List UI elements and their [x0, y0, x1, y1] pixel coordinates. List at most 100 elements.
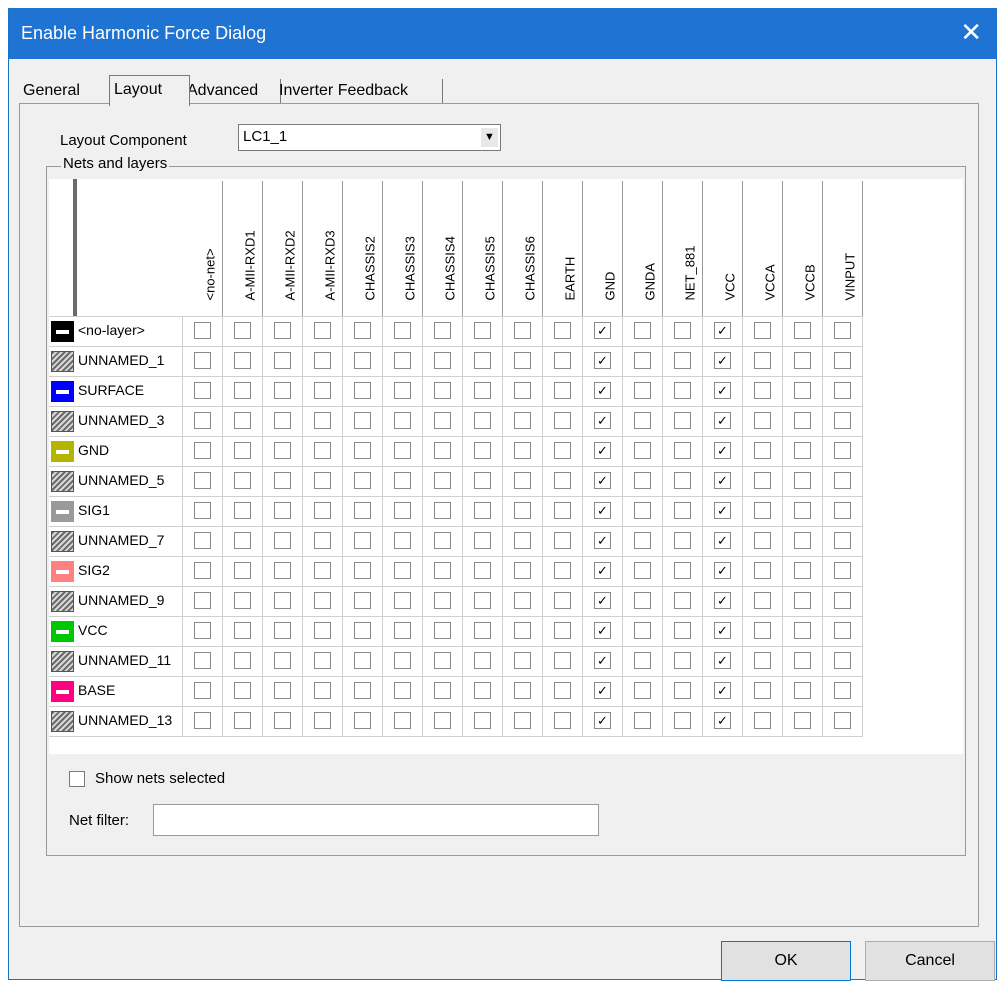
net-layer-checkbox[interactable] [314, 502, 331, 519]
net-layer-checkbox[interactable]: ✓ [714, 682, 731, 699]
net-header-2[interactable]: A-MII-RXD2 [263, 181, 303, 316]
net-layer-checkbox[interactable] [234, 712, 251, 729]
net-layer-checkbox[interactable] [474, 682, 491, 699]
net-header-3[interactable]: A-MII-RXD3 [303, 181, 343, 316]
net-layer-checkbox[interactable] [314, 472, 331, 489]
net-layer-checkbox[interactable]: ✓ [714, 442, 731, 459]
net-header-0[interactable]: <no-net> [183, 181, 223, 316]
net-layer-checkbox[interactable] [554, 562, 571, 579]
net-layer-checkbox[interactable] [514, 652, 531, 669]
net-layer-checkbox[interactable] [514, 352, 531, 369]
net-header-6[interactable]: CHASSIS4 [423, 181, 463, 316]
net-layer-checkbox[interactable] [354, 322, 371, 339]
net-layer-checkbox[interactable] [354, 382, 371, 399]
net-layer-checkbox[interactable] [554, 682, 571, 699]
net-layer-checkbox[interactable] [634, 682, 651, 699]
net-layer-checkbox[interactable] [554, 412, 571, 429]
net-layer-checkbox[interactable] [434, 682, 451, 699]
net-layer-checkbox[interactable] [194, 532, 211, 549]
net-layer-checkbox[interactable] [834, 472, 851, 489]
net-layer-checkbox[interactable] [274, 562, 291, 579]
net-layer-checkbox[interactable] [354, 652, 371, 669]
net-layer-checkbox[interactable] [514, 412, 531, 429]
net-header-7[interactable]: CHASSIS5 [463, 181, 503, 316]
net-layer-checkbox[interactable] [234, 472, 251, 489]
net-layer-checkbox[interactable] [354, 502, 371, 519]
net-layer-checkbox[interactable] [394, 532, 411, 549]
net-layer-checkbox[interactable] [274, 322, 291, 339]
net-layer-checkbox[interactable] [474, 622, 491, 639]
net-header-15[interactable]: VCCB [783, 181, 823, 316]
net-layer-checkbox[interactable] [274, 532, 291, 549]
net-layer-checkbox[interactable] [234, 412, 251, 429]
net-layer-checkbox[interactable] [194, 622, 211, 639]
net-layer-checkbox[interactable] [554, 712, 571, 729]
net-layer-checkbox[interactable] [194, 382, 211, 399]
net-layer-checkbox[interactable] [234, 592, 251, 609]
net-layer-checkbox[interactable]: ✓ [594, 412, 611, 429]
net-header-1[interactable]: A-MII-RXD1 [223, 181, 263, 316]
net-layer-checkbox[interactable]: ✓ [714, 352, 731, 369]
net-layer-checkbox[interactable] [434, 352, 451, 369]
net-layer-checkbox[interactable]: ✓ [594, 442, 611, 459]
net-layer-checkbox[interactable]: ✓ [714, 562, 731, 579]
tab-inverter-feedback[interactable]: Inverter Feedback [275, 79, 443, 103]
net-layer-checkbox[interactable]: ✓ [594, 322, 611, 339]
net-layer-checkbox[interactable] [634, 712, 651, 729]
net-layer-checkbox[interactable]: ✓ [594, 502, 611, 519]
net-layer-checkbox[interactable] [514, 322, 531, 339]
net-layer-checkbox[interactable] [514, 712, 531, 729]
net-layer-checkbox[interactable] [474, 352, 491, 369]
net-layer-checkbox[interactable] [554, 652, 571, 669]
net-layer-checkbox[interactable] [754, 562, 771, 579]
net-layer-checkbox[interactable] [674, 622, 691, 639]
net-layer-checkbox[interactable] [434, 532, 451, 549]
net-layer-checkbox[interactable] [754, 412, 771, 429]
net-header-13[interactable]: VCC [703, 181, 743, 316]
net-layer-checkbox[interactable] [674, 502, 691, 519]
net-layer-checkbox[interactable]: ✓ [714, 472, 731, 489]
net-layer-checkbox[interactable] [314, 322, 331, 339]
net-layer-checkbox[interactable] [314, 382, 331, 399]
net-layer-checkbox[interactable]: ✓ [714, 502, 731, 519]
chevron-down-icon[interactable]: ▼ [481, 128, 498, 147]
net-layer-checkbox[interactable] [754, 652, 771, 669]
net-layer-checkbox[interactable] [354, 712, 371, 729]
net-header-4[interactable]: CHASSIS2 [343, 181, 383, 316]
net-layer-checkbox[interactable] [394, 382, 411, 399]
net-layer-checkbox[interactable] [674, 652, 691, 669]
net-layer-checkbox[interactable] [394, 592, 411, 609]
net-layer-checkbox[interactable] [554, 592, 571, 609]
net-layer-checkbox[interactable] [234, 442, 251, 459]
net-layer-checkbox[interactable] [754, 682, 771, 699]
net-layer-checkbox[interactable] [354, 472, 371, 489]
net-layer-checkbox[interactable] [434, 622, 451, 639]
net-layer-checkbox[interactable] [274, 682, 291, 699]
net-layer-checkbox[interactable] [554, 442, 571, 459]
net-layer-checkbox[interactable] [354, 442, 371, 459]
net-layer-checkbox[interactable] [834, 382, 851, 399]
net-layer-checkbox[interactable] [434, 502, 451, 519]
net-layer-checkbox[interactable]: ✓ [714, 652, 731, 669]
net-layer-checkbox[interactable] [434, 442, 451, 459]
net-layer-checkbox[interactable] [634, 532, 651, 549]
net-layer-checkbox[interactable]: ✓ [714, 532, 731, 549]
net-layer-checkbox[interactable] [674, 562, 691, 579]
net-layer-checkbox[interactable] [674, 442, 691, 459]
net-layer-checkbox[interactable] [194, 592, 211, 609]
net-layer-checkbox[interactable] [474, 412, 491, 429]
tab-layout[interactable]: Layout [109, 75, 190, 106]
net-layer-checkbox[interactable] [674, 412, 691, 429]
net-layer-checkbox[interactable] [794, 442, 811, 459]
net-layer-checkbox[interactable] [194, 352, 211, 369]
net-layer-checkbox[interactable]: ✓ [714, 712, 731, 729]
net-layer-checkbox[interactable] [314, 532, 331, 549]
net-layer-checkbox[interactable] [674, 322, 691, 339]
net-layer-checkbox[interactable] [554, 502, 571, 519]
net-layer-checkbox[interactable] [354, 622, 371, 639]
net-layer-checkbox[interactable]: ✓ [714, 382, 731, 399]
net-layer-checkbox[interactable] [794, 502, 811, 519]
net-layer-checkbox[interactable] [634, 412, 651, 429]
net-layer-checkbox[interactable] [234, 682, 251, 699]
net-layer-checkbox[interactable]: ✓ [594, 682, 611, 699]
